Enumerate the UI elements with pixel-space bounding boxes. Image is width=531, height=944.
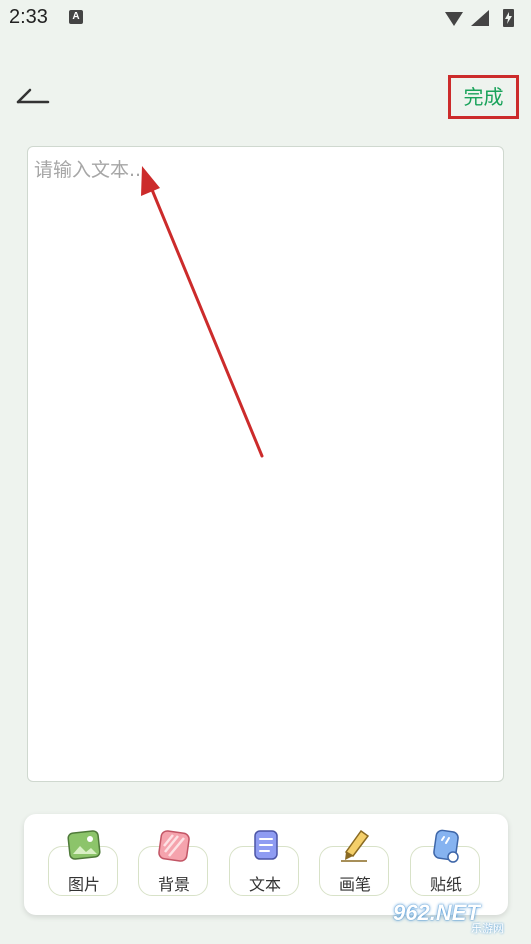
wifi-icon (445, 12, 463, 26)
brush-icon (341, 829, 370, 862)
notification-a-icon: A (69, 10, 83, 24)
text-editor-area (27, 146, 504, 782)
image-icon (67, 830, 101, 860)
tool-background[interactable]: 背景 (138, 814, 210, 915)
tool-label: 画笔 (338, 875, 371, 894)
done-button[interactable]: 完成 (448, 75, 519, 119)
status-time: 2:33 (9, 6, 48, 28)
status-icons (445, 9, 514, 27)
sticker-icon (433, 829, 459, 863)
back-button[interactable] (14, 84, 54, 110)
text-icon (254, 830, 278, 860)
status-bar: 2:33 A (0, 0, 531, 36)
signal-icon (471, 10, 489, 26)
back-icon (16, 88, 50, 104)
tool-brush[interactable]: 画笔 (319, 814, 391, 915)
watermark-subtext: 乐游网 (471, 922, 504, 935)
tool-text[interactable]: 文本 (229, 814, 301, 915)
tool-label: 贴纸 (429, 875, 462, 894)
tool-image[interactable]: 图片 (48, 814, 120, 915)
watermark-text: 962.NET (393, 900, 480, 925)
text-input[interactable] (34, 155, 494, 771)
background-icon (158, 830, 190, 862)
watermark-logo: 962.NET 乐游网 (393, 900, 523, 936)
tool-label: 文本 (248, 875, 281, 894)
tool-label: 图片 (67, 875, 100, 894)
tool-label: 背景 (157, 875, 190, 894)
